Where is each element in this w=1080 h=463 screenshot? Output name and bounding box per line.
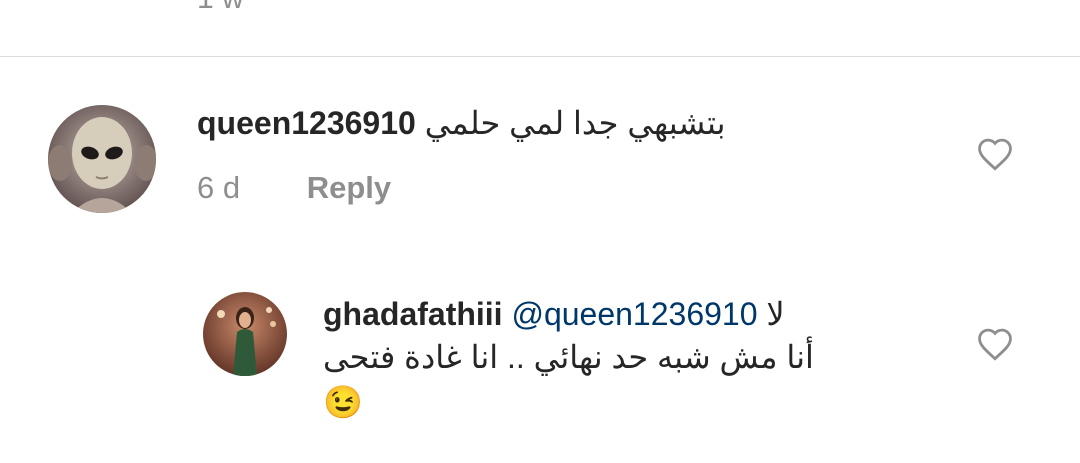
comment-username[interactable]: ghadafathiii (323, 296, 503, 332)
comment-text-second: أنا مش شبه حد نهائي .. انا غادة فتحى (323, 339, 814, 376)
comment-text-first: لا (766, 296, 785, 332)
avatar-ghadafathiii[interactable] (203, 292, 287, 376)
mention-link[interactable]: @queen1236910 (511, 296, 757, 332)
comment-username[interactable]: queen1236910 (197, 105, 416, 141)
avatar-queen1236910[interactable] (48, 105, 156, 213)
reply-button[interactable]: Reply (307, 170, 391, 206)
comment-body: queen1236910 بتشبهي جدا لمي حلمي (197, 102, 726, 145)
comment-text: بتشبهي جدا لمي حلمي (424, 105, 726, 141)
reply-comment-body: ghadafathiii @queen1236910 لا أنا مش شبه… (323, 293, 814, 425)
previous-comment-time: 1 w (197, 0, 244, 16)
divider (0, 56, 1080, 57)
heart-icon[interactable] (976, 137, 1014, 171)
heart-icon[interactable] (976, 327, 1014, 361)
wink-emoji: 😉 (323, 384, 363, 421)
comment-time: 6 d (197, 170, 241, 205)
comment-meta: 6 d Reply (197, 170, 391, 206)
